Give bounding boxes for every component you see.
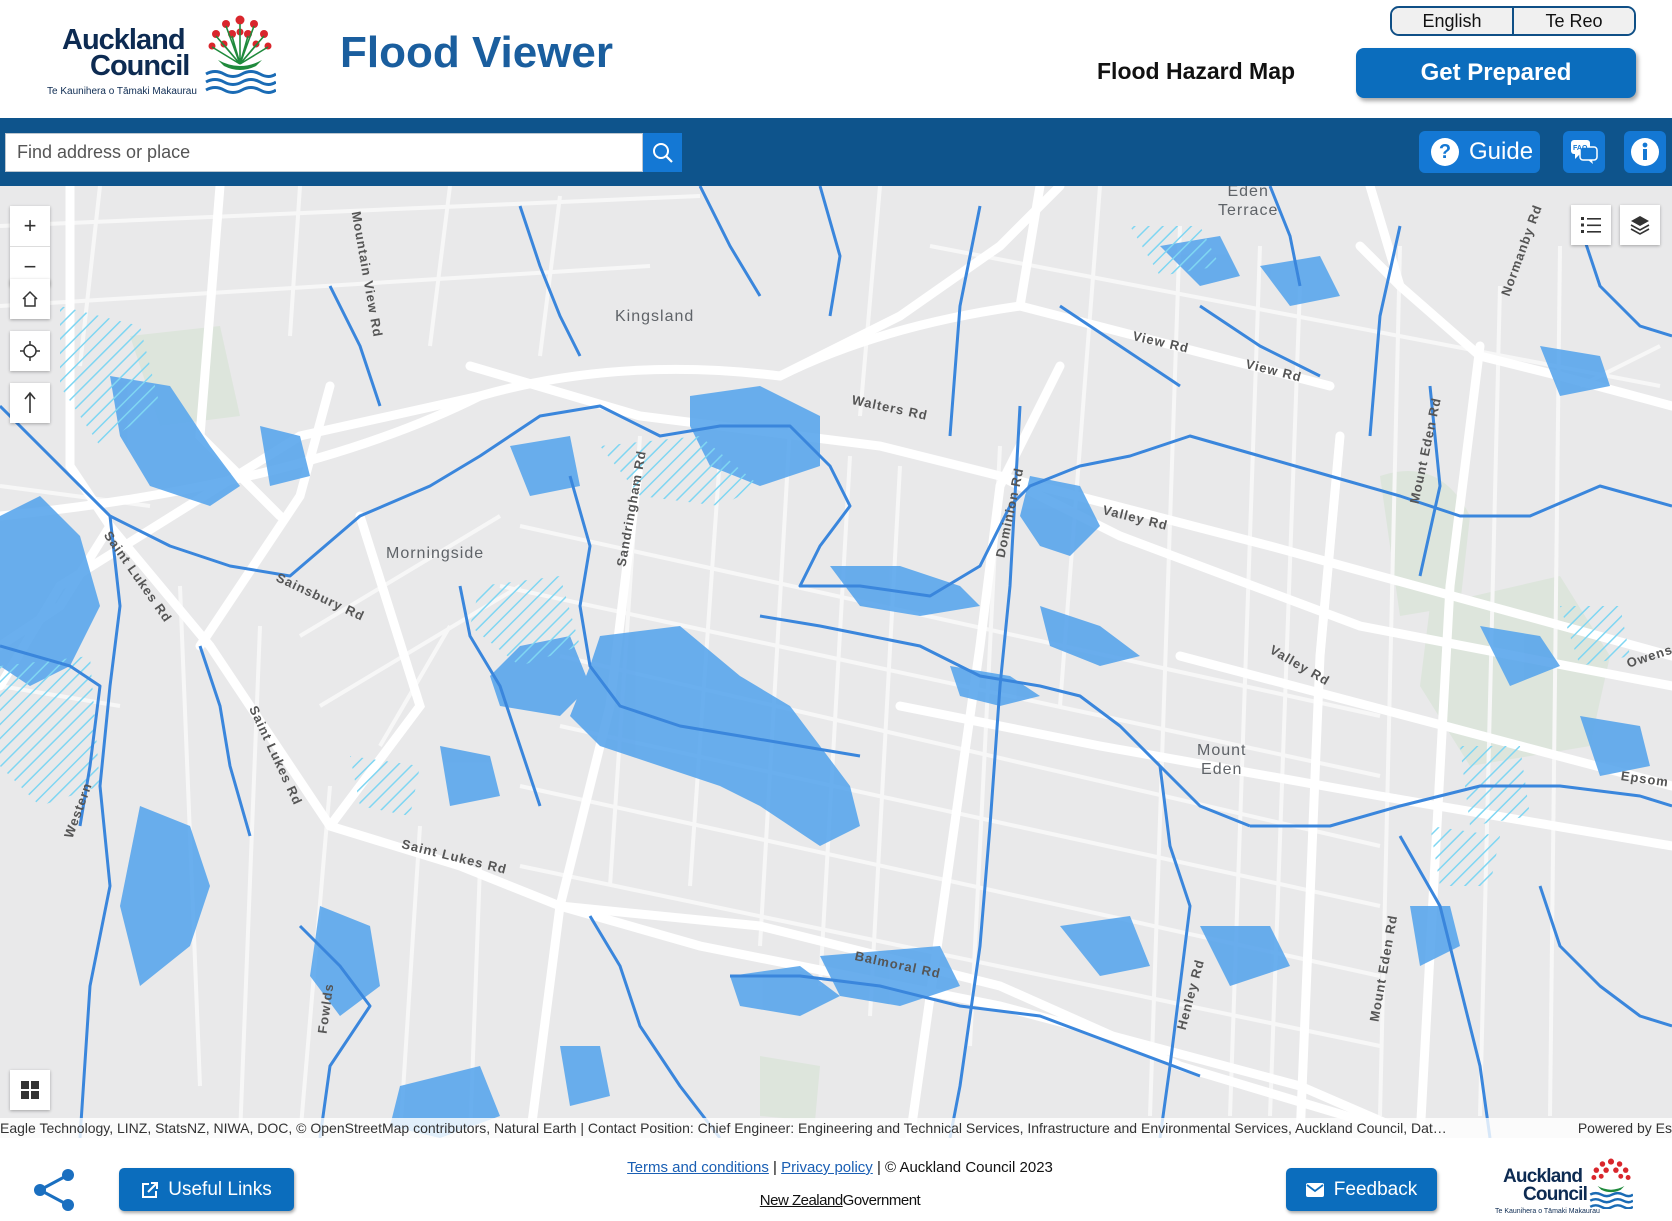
pohutukawa-logo-icon (205, 15, 276, 94)
locate-button[interactable] (10, 331, 50, 371)
useful-links-button[interactable]: Useful Links (119, 1168, 294, 1211)
place-label-eden-terrace: Eden Terrace (1218, 186, 1279, 219)
legend-button[interactable] (1571, 205, 1611, 245)
flood-map[interactable]: Kingsland Eden Terrace Morningside Mount… (0, 186, 1672, 1138)
legend-list-icon (1581, 217, 1601, 233)
language-english-button[interactable]: English (1392, 8, 1512, 34)
map-basemap (0, 186, 1672, 1138)
search-icon (652, 142, 673, 163)
svg-text:FAQ: FAQ (1573, 145, 1588, 152)
auckland-council-logo[interactable]: Auckland Council Te Kaunihera o Tāmaki M… (44, 14, 284, 97)
locate-icon (20, 341, 40, 361)
feedback-label: Feedback (1333, 1178, 1418, 1200)
faq-button[interactable]: FAQ (1563, 131, 1605, 173)
app-title: Flood Viewer (340, 28, 614, 77)
privacy-link[interactable]: Privacy policy (781, 1159, 873, 1176)
external-link-icon (142, 1181, 159, 1198)
logo-tagline: Te Kaunihera o Tāmaki Makaurau (47, 86, 197, 97)
copyright-text: | © Auckland Council 2023 (876, 1159, 1053, 1176)
terms-link[interactable]: Terms and conditions (627, 1159, 769, 1176)
home-icon (22, 290, 38, 307)
powered-by-link[interactable]: Powered by Es (1578, 1118, 1672, 1138)
share-icon (34, 1169, 74, 1211)
language-toggle: English Te Reo (1390, 6, 1636, 36)
info-button[interactable] (1624, 131, 1666, 173)
legal-separator: | (773, 1159, 777, 1176)
nzgov-part2: Government (842, 1192, 921, 1209)
guide-label: Guide (1469, 138, 1534, 165)
map-title: Flood Hazard Map (1097, 58, 1296, 84)
toolbar: ? Guide FAQ (0, 118, 1672, 186)
share-button[interactable] (30, 1168, 78, 1217)
useful-links-label: Useful Links (168, 1178, 272, 1200)
place-label-morningside: Morningside (386, 545, 485, 562)
mail-icon (1305, 1182, 1324, 1197)
nz-government-logo: New ZealandGovernment (720, 1192, 960, 1209)
legal-links: Terms and conditions | Privacy policy | … (560, 1159, 1120, 1176)
question-icon: ? (1431, 138, 1459, 166)
guide-button[interactable]: ? Guide (1419, 131, 1540, 173)
footer-logo-line2: Council (1523, 1184, 1588, 1205)
home-button[interactable] (10, 279, 50, 319)
layers-button[interactable] (1620, 205, 1660, 245)
footer-logo-tagline: Te Kaunihera o Tāmaki Makaurau (1495, 1208, 1600, 1215)
compass-button[interactable] (10, 383, 50, 423)
search-box (5, 133, 643, 172)
search-button[interactable] (643, 133, 682, 172)
app-header: Auckland Council Te Kaunihera o Tāmaki M… (0, 0, 1672, 118)
map-attribution: Eagle Technology, LINZ, StatsNZ, NIWA, D… (0, 1118, 1672, 1138)
faq-icon: FAQ (1571, 140, 1598, 164)
logo-line2: Council (90, 50, 190, 82)
footer-pohutukawa-logo-icon (1589, 1158, 1633, 1209)
attribution-text: Eagle Technology, LINZ, StatsNZ, NIWA, D… (0, 1120, 1447, 1136)
feedback-button[interactable]: Feedback (1286, 1168, 1437, 1211)
place-label-kingsland: Kingsland (615, 308, 695, 325)
layers-icon (1630, 216, 1650, 235)
zoom-controls: + − (10, 206, 50, 286)
search-input[interactable] (6, 134, 642, 171)
place-label-mount-eden: Mount Eden (1197, 742, 1247, 778)
zoom-in-button[interactable]: + (10, 206, 50, 246)
nzgov-part1: New Zealand (759, 1192, 843, 1209)
info-icon (1631, 138, 1659, 166)
compass-north-arrow-icon (24, 391, 36, 413)
get-prepared-button[interactable]: Get Prepared (1356, 48, 1636, 98)
footer-auckland-council-logo: Auckland Council Te Kaunihera o Tāmaki M… (1493, 1157, 1635, 1217)
app-footer: Useful Links Terms and conditions | Priv… (0, 1152, 1672, 1221)
language-te-reo-button[interactable]: Te Reo (1512, 8, 1634, 34)
basemap-grid-icon (21, 1081, 39, 1099)
basemap-gallery-button[interactable] (10, 1070, 50, 1110)
